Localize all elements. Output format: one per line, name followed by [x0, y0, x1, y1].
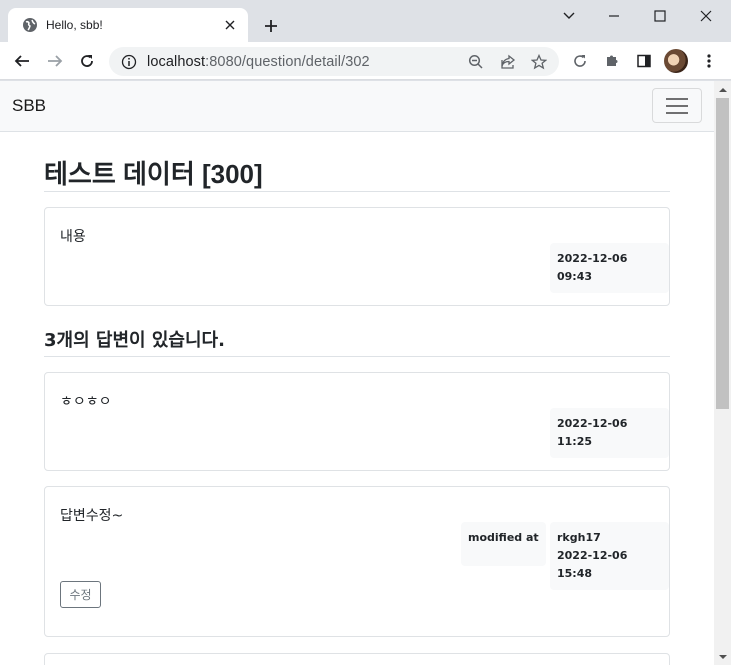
url-text: localhost:8080/question/detail/302	[147, 54, 370, 70]
answer-author: rkgh17	[557, 531, 601, 544]
page-title: 테스트 데이터 [300]	[44, 159, 263, 189]
close-tab-icon[interactable]	[222, 17, 238, 33]
kebab-menu-icon[interactable]	[697, 50, 721, 72]
modified-label: modified at	[468, 531, 539, 544]
page-viewport: SBB 테스트 데이터 [300] 내용 2022-12-06 09:43 3개…	[0, 81, 714, 665]
address-bar[interactable]: localhost:8080/question/detail/302	[109, 47, 559, 76]
browser-tab[interactable]: Hello, sbb!	[8, 8, 248, 42]
profile-avatar[interactable]	[664, 49, 688, 73]
url-host: localhost	[147, 53, 206, 70]
page-scrollbar[interactable]	[714, 81, 731, 665]
navbar: SBB	[0, 81, 714, 132]
reload-button[interactable]	[75, 50, 99, 72]
answer-count-heading: 3개의 답변이 있습니다.	[44, 330, 225, 351]
tab-strip: Hello, sbb!	[0, 0, 731, 42]
answer-created-date: 2022-12-06 15:48	[557, 549, 628, 580]
hamburger-icon	[665, 96, 689, 116]
answer-content: ㅎㅇㅎㅇ	[60, 394, 112, 410]
answer-created-date: 2022-12-06 11:25	[557, 417, 628, 448]
share-icon[interactable]	[497, 51, 519, 73]
scrollbar-thumb[interactable]	[716, 98, 729, 409]
back-button[interactable]	[10, 50, 34, 72]
navbar-brand[interactable]: SBB	[12, 96, 46, 116]
scroll-up-arrow-icon[interactable]	[714, 81, 731, 98]
refresh-extension-icon[interactable]	[568, 50, 592, 72]
maximize-button[interactable]	[646, 6, 674, 26]
answer-card-partial	[44, 653, 670, 665]
extensions-puzzle-icon[interactable]	[600, 50, 624, 72]
tab-search-icon[interactable]	[555, 6, 583, 26]
scroll-down-arrow-icon[interactable]	[714, 648, 731, 665]
new-tab-button[interactable]	[260, 15, 282, 37]
tab-title: Hello, sbb!	[46, 18, 103, 32]
close-window-button[interactable]	[692, 6, 720, 26]
answer-divider	[44, 356, 670, 357]
answer-date-badge: 2022-12-06 11:25	[550, 408, 669, 458]
question-created-date: 2022-12-06 09:43	[557, 252, 628, 283]
edit-answer-button[interactable]: 수정	[60, 581, 101, 608]
author-badge: rkgh17 2022-12-06 15:48	[550, 522, 669, 590]
question-content: 내용	[60, 229, 86, 245]
url-path: :8080/question/detail/302	[205, 53, 370, 70]
navbar-toggler-button[interactable]	[652, 88, 702, 123]
question-date-badge: 2022-12-06 09:43	[550, 243, 669, 293]
answer-content: 답변수정~	[60, 508, 124, 524]
minimize-button[interactable]	[600, 6, 628, 26]
site-info-icon[interactable]	[121, 54, 137, 70]
question-card: 내용 2022-12-06 09:43	[44, 207, 670, 306]
side-panel-icon[interactable]	[632, 50, 656, 72]
modified-badge: modified at	[461, 522, 546, 566]
title-divider	[44, 191, 670, 192]
answer-card: ㅎㅇㅎㅇ 2022-12-06 11:25	[44, 372, 670, 471]
forward-button[interactable]	[43, 50, 67, 72]
zoom-icon[interactable]	[465, 51, 487, 73]
bookmark-star-icon[interactable]	[528, 51, 550, 73]
browser-toolbar: localhost:8080/question/detail/302	[0, 42, 731, 80]
globe-icon	[22, 17, 38, 33]
answer-card: 답변수정~ modified at rkgh17 2022-12-06 15:4…	[44, 486, 670, 637]
